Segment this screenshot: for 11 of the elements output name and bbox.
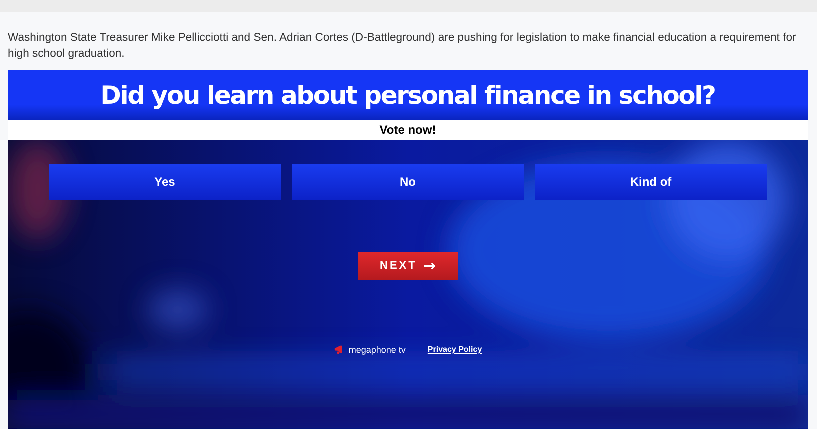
answer-option[interactable]: Yes (49, 164, 281, 200)
poll-question: Did you learn about personal finance in school? (8, 70, 808, 120)
next-button[interactable]: NEXT → (358, 252, 458, 280)
answer-option[interactable]: Kind of (535, 164, 767, 200)
answer-option[interactable]: No (292, 164, 524, 200)
brand-name: megaphone tv (348, 344, 406, 354)
privacy-link[interactable]: Privacy Policy (428, 345, 482, 354)
arrow-icon: → (423, 258, 436, 274)
vote-prompt: Vote now! (8, 120, 808, 140)
article-caption: Washington State Treasurer Mike Pellicciotti and Sen. Adrian Cortes (D-Battleground) are pushing for legislation to make financial education a requirement for high school graduation. (8, 31, 798, 62)
megaphone-icon (334, 344, 345, 355)
